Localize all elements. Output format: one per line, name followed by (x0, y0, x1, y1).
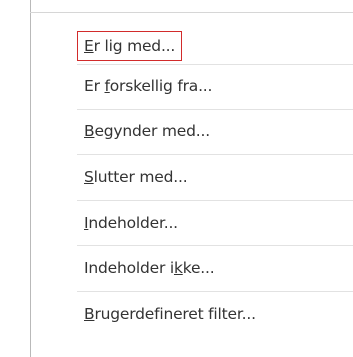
mnemonic-letter: S (84, 168, 94, 186)
mnemonic-letter: B (84, 305, 95, 323)
menu-border (30, 0, 31, 357)
menu-item-label: egynder med... (94, 122, 210, 140)
menu-separator (77, 109, 353, 110)
menu-separator (77, 291, 353, 292)
menu-item-label: ndeholder... (88, 214, 178, 232)
menu-item-not-equals[interactable]: Er forskellig fra... (84, 75, 212, 97)
filter-context-menu: Er lig med... Er forskellig fra... Begyn… (0, 0, 353, 357)
menu-separator (77, 200, 353, 201)
menu-border (30, 12, 353, 13)
menu-item-label: lutter med... (93, 168, 188, 186)
mnemonic-letter: E (84, 37, 94, 55)
menu-item-does-not-contain[interactable]: Indeholder ikke... (84, 257, 215, 279)
menu-item-ends-with[interactable]: Slutter med... (84, 166, 188, 188)
menu-item-contains[interactable]: Indeholder... (84, 212, 178, 234)
menu-item-label-prefix: Er (84, 77, 105, 95)
menu-item-begins-with[interactable]: Begynder med... (84, 120, 210, 142)
mnemonic-letter: k (173, 259, 183, 277)
menu-separator (77, 64, 353, 65)
menu-item-custom-filter[interactable]: Brugerdefineret filter... (84, 303, 256, 325)
menu-item-label-prefix: Indeholder i (84, 259, 174, 277)
menu-item-label: ke... (182, 259, 215, 277)
menu-item-label: rugerdefineret filter... (94, 305, 256, 323)
menu-item-label: orskellig fra... (109, 77, 213, 95)
menu-item-label: r lig med... (93, 37, 176, 55)
menu-item-equals[interactable]: Er lig med... (76, 31, 183, 61)
menu-separator (77, 245, 353, 246)
mnemonic-letter: B (84, 122, 95, 140)
menu-separator (77, 154, 353, 155)
